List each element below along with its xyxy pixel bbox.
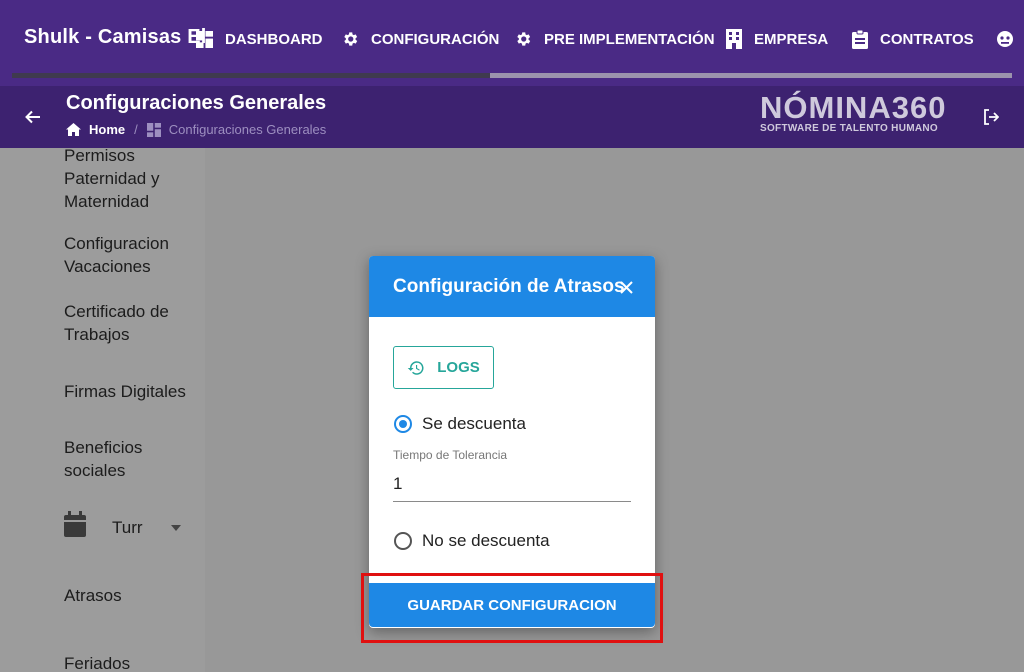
nav-configuracion-label: CONFIGURACIÓN <box>371 30 500 48</box>
radio-checked-icon <box>394 415 412 433</box>
logo-subtitle: SOFTWARE DE TALENTO HUMANO <box>760 123 938 134</box>
nav-dashboard[interactable]: DASHBOARD <box>196 28 323 50</box>
dashboard-icon <box>196 30 213 48</box>
nav-configuracion[interactable]: CONFIGURACIÓN <box>341 28 499 50</box>
sidebar-item-permisos[interactable]: Permisos Paternidad y Maternidad <box>64 148 199 213</box>
nav-more[interactable] <box>996 28 1024 50</box>
logout-icon <box>984 109 999 125</box>
radio-no-se-descuenta-label: No se descuenta <box>422 531 550 550</box>
radio-no-se-descuenta[interactable]: No se descuenta <box>394 531 550 551</box>
logs-button[interactable]: LOGS <box>393 346 494 389</box>
sidebar: Permisos Paternidad y Maternidad Configu… <box>0 148 205 672</box>
logout-button[interactable] <box>980 106 1002 128</box>
radio-se-descuenta[interactable]: Se descuenta <box>394 414 526 434</box>
breadcrumb: Home / Configuraciones Generales <box>66 122 326 137</box>
sidebar-item-firmas[interactable]: Firmas Digitales <box>64 380 199 403</box>
sidebar-item-beneficios[interactable]: Beneficios sociales <box>64 436 199 482</box>
tolerance-input[interactable] <box>393 466 631 502</box>
building-icon <box>726 29 742 49</box>
arrow-left-icon <box>25 110 40 124</box>
sidebar-item-atrasos[interactable]: Atrasos <box>64 584 199 607</box>
sidebar-item-feriados[interactable]: Feriados <box>64 652 199 672</box>
nav-pre-implementacion[interactable]: PRE IMPLEMENTACIÓN <box>514 28 715 50</box>
dialog-title: Configuración de Atrasos <box>393 276 625 297</box>
top-navbar: Shulk - Camisas El DASHBOARD CONFIGURACI… <box>0 0 1024 86</box>
nomina360-logo: NÓMINA360 SOFTWARE DE TALENTO HUMANO <box>760 92 960 140</box>
app-title: Shulk - Camisas El <box>24 26 207 48</box>
nav-empresa[interactable]: EMPRESA <box>726 28 828 50</box>
face-icon <box>997 31 1013 47</box>
sidebar-item-turnos-label: Turr <box>112 518 143 537</box>
radio-unchecked-icon <box>394 532 412 550</box>
breadcrumb-current: Configuraciones Generales <box>146 122 327 137</box>
chevron-down-icon <box>171 525 181 531</box>
back-button[interactable] <box>20 104 46 130</box>
page-title: Configuraciones Generales <box>66 92 327 114</box>
clipboard-icon <box>852 29 868 49</box>
logs-button-label: LOGS <box>437 359 480 376</box>
breadcrumb-home-label: Home <box>89 122 126 137</box>
calendar-icon <box>64 511 86 537</box>
breadcrumb-current-label: Configuraciones Generales <box>168 122 327 137</box>
sidebar-item-vacaciones[interactable]: Configuracion Vacaciones <box>64 232 199 278</box>
home-icon <box>66 123 81 136</box>
save-config-button[interactable]: GUARDAR CONFIGURACION <box>369 583 655 627</box>
nav-empresa-label: EMPRESA <box>754 30 829 48</box>
page-header: Configuraciones Generales Home / Configu… <box>0 86 1024 148</box>
dialog-header: Configuración de Atrasos <box>369 256 655 317</box>
sidebar-item-certificado[interactable]: Certificado de Trabajos <box>64 300 199 346</box>
close-icon <box>619 280 633 294</box>
nav-dashboard-label: DASHBOARD <box>225 30 323 48</box>
history-icon <box>407 360 424 375</box>
gear-icon <box>344 32 358 46</box>
gear-icon <box>517 32 531 46</box>
nav-contratos-label: CONTRATOS <box>880 30 974 48</box>
logo-main-text: NÓMINA360 <box>760 90 947 125</box>
sidebar-group-turnos[interactable]: Turr <box>64 511 194 544</box>
radio-se-descuenta-label: Se descuenta <box>422 414 526 433</box>
atrasos-config-dialog: Configuración de Atrasos LOGS Se descuen… <box>369 256 655 628</box>
nav-contratos[interactable]: CONTRATOS <box>852 28 974 50</box>
breadcrumb-separator: / <box>134 122 138 137</box>
nav-scroll-thumb[interactable] <box>12 73 490 78</box>
close-button[interactable] <box>615 276 637 298</box>
dashboard-icon <box>146 122 161 137</box>
breadcrumb-home[interactable]: Home <box>66 122 125 137</box>
tolerance-label: Tiempo de Tolerancia <box>393 448 508 462</box>
nav-pre-implementacion-label: PRE IMPLEMENTACIÓN <box>544 30 715 48</box>
